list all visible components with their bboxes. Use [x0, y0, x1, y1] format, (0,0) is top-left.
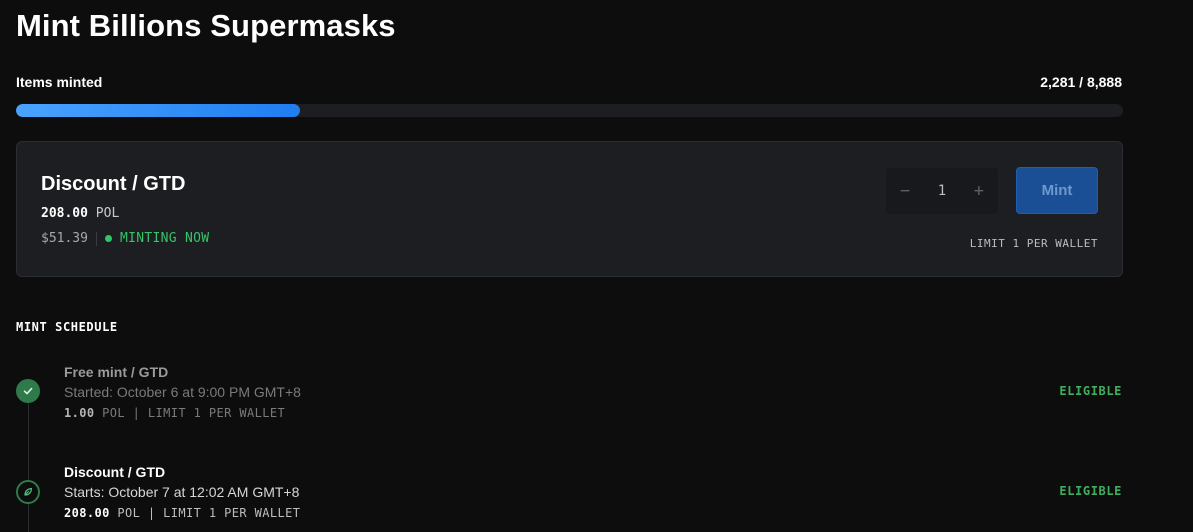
eligibility-badge: ELIGIBLE — [1059, 384, 1122, 398]
status-badge: MINTING NOW — [119, 231, 210, 246]
timeline-connector — [28, 403, 29, 532]
items-minted-count: 2,281 / 8,888 — [1040, 74, 1122, 90]
decrement-button[interactable]: − — [900, 181, 910, 201]
page-title: Mint Billions Supermasks — [16, 8, 396, 43]
mint-page: Mint Billions Supermasks Items minted 2,… — [0, 0, 1193, 532]
quantity-value[interactable]: 1 — [938, 183, 946, 199]
price-amount: 208.00 — [41, 206, 88, 221]
phase-price: 1.00 — [64, 406, 95, 420]
quantity-stepper: − 1 + — [886, 168, 998, 214]
items-minted-label: Items minted — [16, 74, 103, 90]
mint-schedule-header: MINT SCHEDULE — [16, 320, 118, 334]
leaf-icon — [16, 480, 40, 504]
phase-price: 208.00 — [64, 506, 110, 520]
phase-details: 1.00 POL | LIMIT 1 PER WALLET — [64, 406, 285, 420]
active-phase-card: Discount / GTD 208.00 POL $51.39 MINTING… — [16, 141, 1123, 277]
check-icon — [16, 379, 40, 403]
phase-name: Discount / GTD — [64, 464, 166, 480]
eligibility-badge: ELIGIBLE — [1059, 484, 1122, 498]
price-currency: POL — [95, 206, 120, 221]
minted-separator: / — [1075, 74, 1087, 90]
phase-details: 208.00 POL | LIMIT 1 PER WALLET — [64, 506, 300, 520]
active-phase-meta: $51.39 MINTING NOW — [41, 231, 209, 246]
phase-time: Started: October 6 at 9:00 PM GMT+8 — [64, 384, 301, 400]
total-supply-value: 8,888 — [1086, 74, 1122, 90]
active-phase-title: Discount / GTD — [41, 173, 186, 195]
phase-time: Starts: October 7 at 12:02 AM GMT+8 — [64, 484, 300, 500]
mint-button[interactable]: Mint — [1016, 167, 1098, 214]
usd-price: $51.39 — [41, 231, 88, 246]
mint-progress-bar — [16, 104, 1123, 117]
wallet-limit-label: LIMIT 1 PER WALLET — [969, 237, 1098, 250]
phase-limit: POL | LIMIT 1 PER WALLET — [109, 506, 301, 520]
increment-button[interactable]: + — [974, 181, 984, 201]
minted-value: 2,281 — [1040, 74, 1076, 90]
active-phase-price: 208.00 POL — [41, 206, 119, 221]
divider — [95, 231, 97, 246]
phase-name: Free mint / GTD — [64, 364, 169, 380]
live-status-dot-icon — [104, 235, 112, 242]
mint-progress-fill — [16, 104, 301, 117]
phase-limit: POL | LIMIT 1 PER WALLET — [94, 406, 286, 420]
